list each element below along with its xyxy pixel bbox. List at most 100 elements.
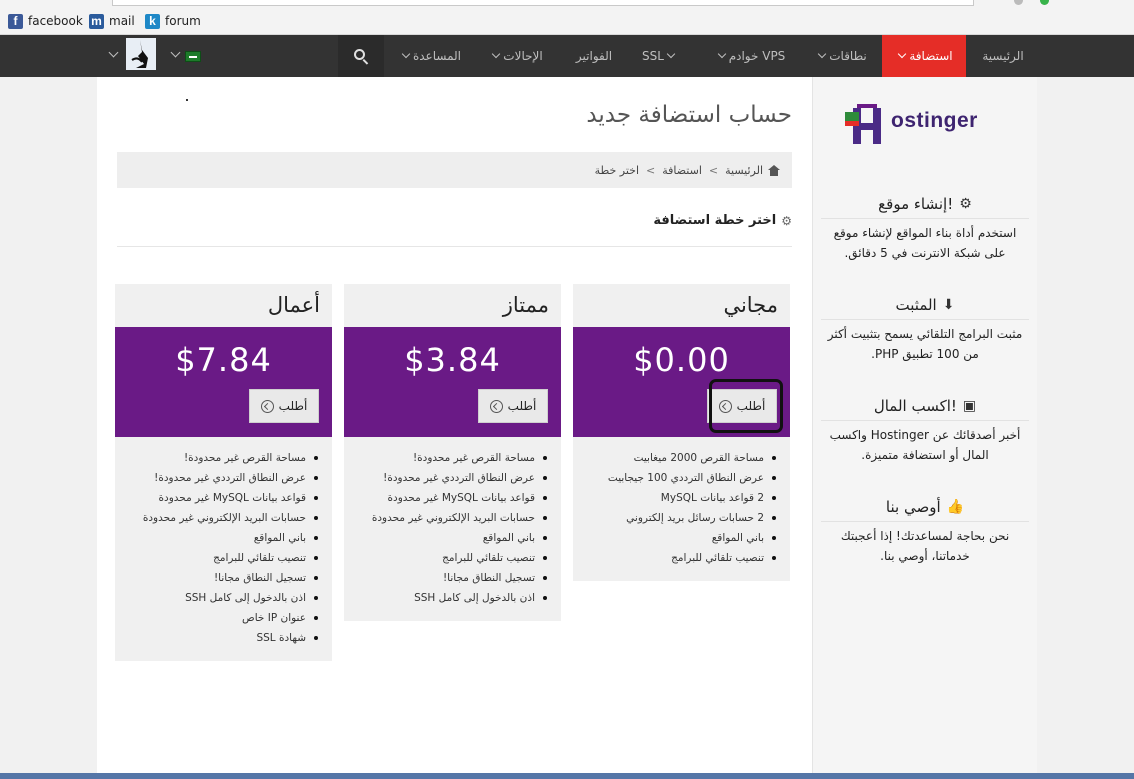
gears-icon: ⚙ — [959, 195, 972, 212]
page-title: حساب استضافة جديد — [586, 102, 792, 128]
home-icon — [768, 164, 780, 176]
order-button-premium[interactable]: أطلب — [478, 389, 548, 423]
arrow-left-circle-icon — [489, 399, 503, 413]
nav-referrals[interactable]: الإحالات — [480, 35, 552, 77]
feature-list: مساحة القرص غير محدودة! عرض النطاق الترد… — [115, 437, 332, 661]
list-item: 2 قواعد بيانات MySQL — [573, 491, 776, 511]
bookmarks-bar: f facebook m mail k forum — [0, 8, 1134, 35]
browser-status-icon — [1040, 0, 1049, 5]
saudi-flag-icon[interactable] — [185, 51, 201, 62]
list-item: باني المواقع — [573, 531, 776, 551]
list-item: عنوان IP خاص — [115, 611, 318, 631]
section-heading: ⚙ اختر خطة استضافة — [653, 213, 792, 228]
sidebar-website-builder: ⚙ إنشاء موقع! استخدم أداة بناء المواقع ل… — [821, 189, 1029, 263]
plan-price: $3.84 — [404, 341, 501, 379]
list-item: حسابات البريد الإلكتروني غير محدودة — [115, 511, 318, 531]
address-bar[interactable] — [112, 0, 974, 6]
list-item: قواعد بيانات MySQL غير محدودة — [115, 491, 318, 511]
page-gutter — [1037, 77, 1134, 779]
breadcrumb-home[interactable]: الرئيسية — [725, 164, 763, 177]
breadcrumb-separator-icon: < — [708, 163, 719, 177]
browser-menu-icon[interactable] — [1014, 0, 1023, 5]
sidebar-earn-money: ▣ اكسب المال! أخبر أصدقائك عن Hostinger … — [821, 391, 1029, 465]
plan-price-box: $0.00 أطلب — [573, 327, 790, 437]
nav-ssl[interactable]: SSL — [636, 35, 684, 77]
list-item: قواعد بيانات MySQL غير محدودة — [344, 491, 547, 511]
account-dropdown-chevron-icon[interactable] — [108, 47, 119, 58]
search-icon — [354, 49, 369, 65]
plan-card-business: أعمال $7.84 أطلب مساحة القرص غير محدودة!… — [115, 284, 332, 661]
stray-dot — [186, 99, 188, 101]
sidebar-text: أخبر أصدقائك عن Hostinger واكسب المال أو… — [829, 428, 1021, 462]
chevron-down-icon — [666, 49, 676, 59]
chevron-down-icon — [898, 49, 907, 59]
os-taskbar — [0, 773, 1134, 779]
logo-text: ostinger — [891, 109, 978, 132]
list-item: مساحة القرص 2000 ميغابيت — [573, 451, 776, 471]
list-item: 2 حسابات رسائل بريد إلكتروني — [573, 511, 776, 531]
list-item: تنصيب تلقائي للبرامج — [573, 551, 776, 571]
money-icon: ▣ — [962, 397, 977, 414]
sidebar-title[interactable]: ⬇ المثبت — [821, 290, 1029, 320]
plan-name: أعمال — [267, 293, 320, 317]
annotation-highlight — [709, 379, 783, 433]
list-item: حسابات البريد الإلكتروني غير محدودة — [344, 511, 547, 531]
plan-price-box: $3.84 أطلب — [344, 327, 561, 437]
nav-help[interactable]: المساعدة — [394, 35, 466, 77]
divider — [117, 246, 792, 247]
arrow-left-circle-icon — [260, 399, 274, 413]
feature-list: مساحة القرص غير محدودة! عرض النطاق الترد… — [344, 437, 561, 621]
facebook-icon: f — [8, 13, 23, 29]
plan-name: ممتاز — [502, 293, 549, 317]
list-item: تسجيل النطاق مجانا! — [115, 571, 318, 591]
bookmark-mail[interactable]: m mail — [89, 12, 135, 30]
chevron-down-icon — [717, 49, 726, 59]
thumbs-up-icon: 👍 — [946, 498, 965, 515]
plan-card-free: مجاني $0.00 أطلب مساحة القرص 2000 ميغابي… — [573, 284, 790, 581]
plan-price: $0.00 — [633, 341, 730, 379]
list-item: باني المواقع — [344, 531, 547, 551]
hostinger-logo-mark-icon — [845, 104, 881, 144]
nav-home[interactable]: الرئيسية — [976, 35, 1030, 77]
list-item: عرض النطاق الترددي غير محدودة! — [344, 471, 547, 491]
avatar[interactable] — [126, 38, 156, 70]
mail-icon: m — [89, 13, 104, 29]
breadcrumb-current: اختر خطة — [594, 163, 640, 177]
chevron-down-icon — [492, 49, 501, 59]
gears-icon: ⚙ — [781, 213, 792, 228]
sidebar-title[interactable]: ⚙ إنشاء موقع! — [821, 189, 1029, 219]
bookmark-forum[interactable]: k forum — [145, 12, 201, 30]
chevron-down-icon — [817, 49, 827, 59]
breadcrumb-separator-icon: < — [646, 163, 656, 177]
hostinger-logo[interactable]: ostinger — [843, 99, 1013, 151]
list-item: تنصيب تلقائي للبرامج — [344, 551, 547, 571]
nav-domains[interactable]: نطاقات — [810, 35, 872, 77]
sidebar-text: مثبت البرامج التلقائي يسمح بتثبيت أكثر م… — [827, 327, 1023, 361]
nav-billing[interactable]: الفواتير — [566, 35, 622, 77]
sidebar-title[interactable]: ▣ اكسب المال! — [821, 391, 1029, 421]
list-item: تسجيل النطاق مجانا! — [344, 571, 547, 591]
language-dropdown-chevron-icon[interactable] — [170, 47, 181, 58]
nav-vps[interactable]: خوادم VPS — [708, 35, 792, 77]
list-item: شهادة SSL — [115, 631, 318, 651]
sidebar-text: نحن بحاجة لمساعدتك! إذا أعجبتك خدماتنا، … — [840, 529, 1010, 563]
sidebar-installer: ⬇ المثبت مثبت البرامج التلقائي يسمح بتثب… — [821, 290, 1029, 364]
list-item: مساحة القرص غير محدودة! — [115, 451, 318, 471]
plan-name: مجاني — [723, 293, 778, 317]
order-button-business[interactable]: أطلب — [249, 389, 319, 423]
main-navbar: المساعدة الإحالات الفواتير SSL خوادم VPS… — [0, 35, 1134, 77]
main-content: حساب استضافة جديد الرئيسية < استضافة < ا… — [97, 77, 812, 779]
sidebar: ostinger ⚙ إنشاء موقع! استخدم أداة بناء … — [812, 77, 1037, 779]
breadcrumb-hosting[interactable]: استضافة — [662, 164, 702, 177]
plan-price: $7.84 — [175, 341, 272, 379]
plan-card-premium: ممتاز $3.84 أطلب مساحة القرص غير محدودة!… — [344, 284, 561, 621]
feature-list: مساحة القرص 2000 ميغابيت عرض النطاق التر… — [573, 437, 790, 581]
search-button[interactable] — [338, 35, 384, 77]
sidebar-text: استخدم أداة بناء المواقع لإنشاء موقع على… — [833, 226, 1017, 260]
list-item: مساحة القرص غير محدودة! — [344, 451, 547, 471]
bookmark-facebook[interactable]: f facebook — [8, 12, 83, 30]
sidebar-title[interactable]: 👍 أوصي بنا — [821, 492, 1029, 522]
nav-hosting[interactable]: استضافة — [882, 35, 966, 77]
download-icon: ⬇ — [942, 296, 955, 313]
list-item: عرض النطاق الترددي غير محدودة! — [115, 471, 318, 491]
